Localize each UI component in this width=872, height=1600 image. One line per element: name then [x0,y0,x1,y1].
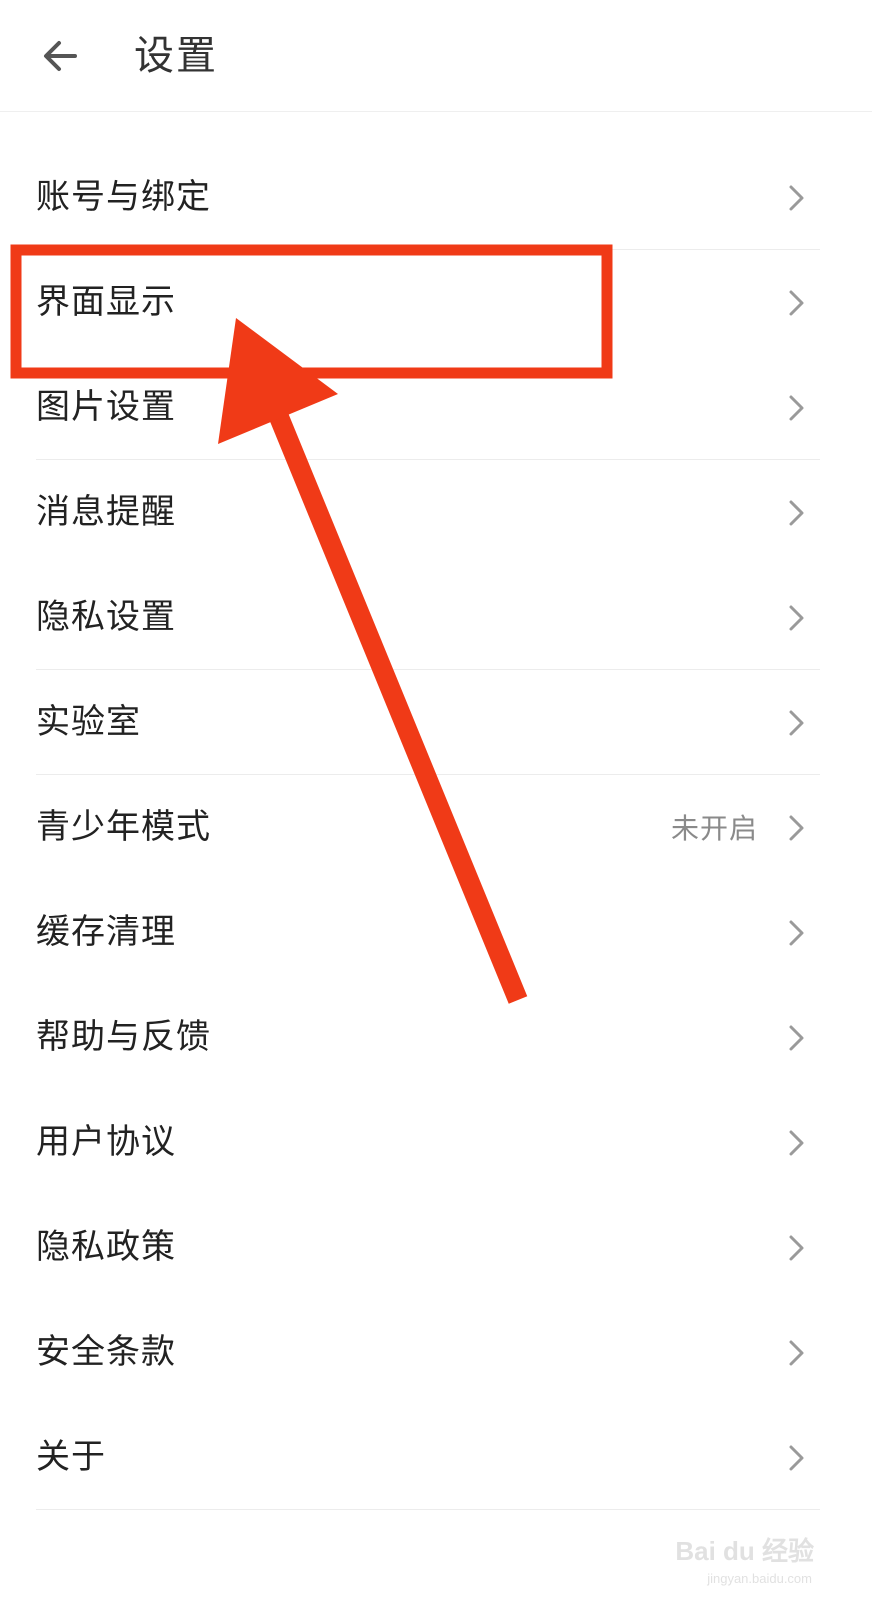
settings-item-privacy-settings[interactable]: 隐私设置 [0,565,872,670]
chevron-right-icon [789,1445,804,1471]
settings-item-user-agreement[interactable]: 用户协议 [0,1090,872,1195]
settings-item-notifications[interactable]: 消息提醒 [0,460,872,565]
settings-item-teen-mode[interactable]: 青少年模式 未开启 [0,775,872,880]
settings-item-label: 隐私设置 [36,597,176,637]
settings-item-label: 隐私政策 [36,1227,176,1267]
chevron-right-icon [789,710,804,736]
page-title: 设置 [134,33,218,79]
chevron-right-icon [789,500,804,526]
chevron-right-icon [789,290,804,316]
settings-item-label: 图片设置 [36,387,176,427]
arrow-left-icon [44,41,77,71]
settings-item-about[interactable]: 关于 [0,1405,872,1510]
settings-item-account-binding[interactable]: 账号与绑定 [0,145,872,250]
settings-list: 账号与绑定 界面显示 图片设置 消息提醒 隐私设置 实验室 青少年模式 未开启 … [0,145,872,1510]
settings-item-cache-clear[interactable]: 缓存清理 [0,880,872,985]
chevron-right-icon [789,1340,804,1366]
chevron-right-icon [789,1235,804,1261]
back-button[interactable] [32,28,88,84]
settings-item-label: 用户协议 [36,1122,176,1162]
settings-item-label: 帮助与反馈 [36,1017,211,1057]
chevron-right-icon [789,605,804,631]
settings-item-image-settings[interactable]: 图片设置 [0,355,872,460]
settings-item-help-feedback[interactable]: 帮助与反馈 [0,985,872,1090]
chevron-right-icon [789,920,804,946]
settings-item-label: 关于 [36,1437,106,1477]
chevron-right-icon [789,185,804,211]
settings-item-lab[interactable]: 实验室 [0,670,872,775]
watermark-subtext: jingyan.baidu.com [707,1571,812,1586]
chevron-right-icon [789,1025,804,1051]
settings-item-label: 账号与绑定 [36,177,211,217]
chevron-right-icon [789,815,804,841]
settings-item-label: 实验室 [36,702,141,742]
settings-item-label: 青少年模式 [36,807,211,847]
settings-item-label: 消息提醒 [36,492,176,532]
chevron-right-icon [789,395,804,421]
header-bar: 设置 [0,0,872,112]
watermark-text: Bai du 经验 [675,1536,814,1566]
settings-item-privacy-policy[interactable]: 隐私政策 [0,1195,872,1300]
chevron-right-icon [789,1130,804,1156]
settings-item-display[interactable]: 界面显示 [0,250,872,355]
settings-item-label: 安全条款 [36,1332,176,1372]
settings-item-label: 缓存清理 [36,912,176,952]
settings-item-security-terms[interactable]: 安全条款 [0,1300,872,1405]
settings-item-label: 界面显示 [36,282,176,322]
teen-mode-status: 未开启 [670,812,758,845]
watermark: Bai du 经验 jingyan.baidu.com [654,1506,814,1586]
